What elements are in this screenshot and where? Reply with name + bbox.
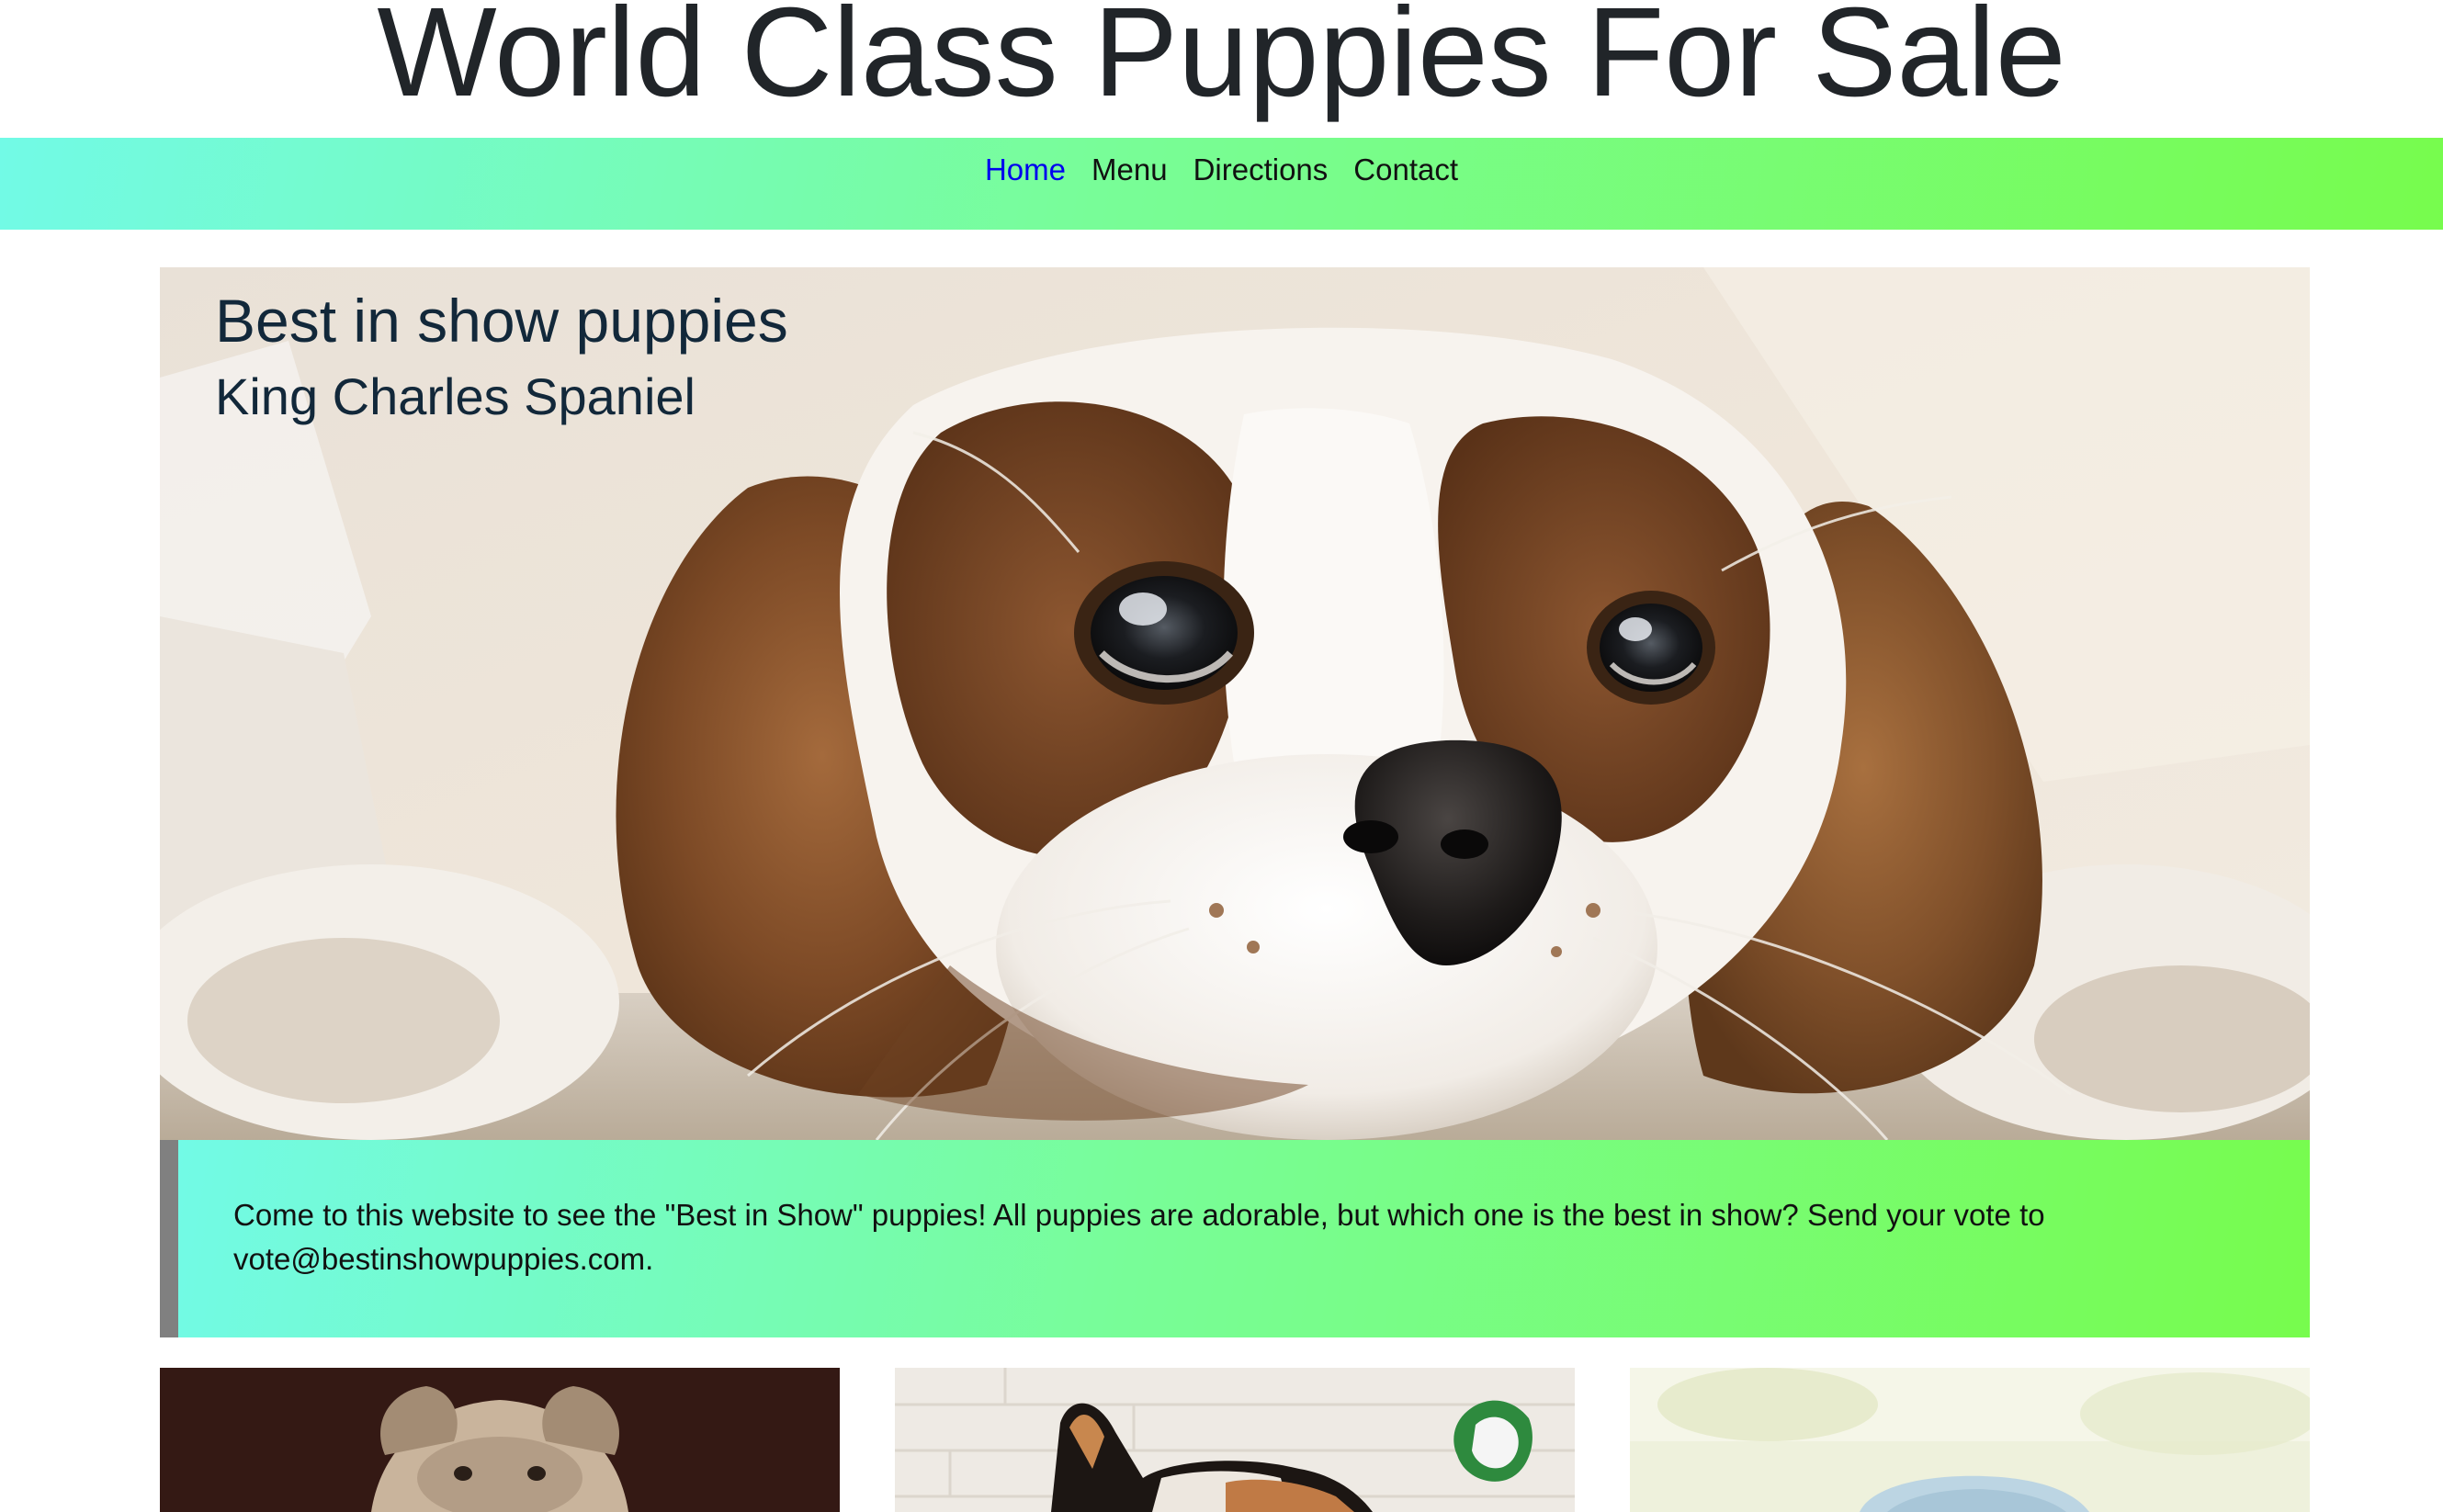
info-callout: Come to this website to see the "Best in… bbox=[160, 1140, 2310, 1337]
hero-title: Best in show puppies bbox=[215, 287, 788, 355]
corgi-puppy-photo bbox=[895, 1368, 1575, 1512]
hero-banner: Best in show puppies King Charles Spanie… bbox=[160, 267, 2310, 1140]
nav-link-menu[interactable]: Menu bbox=[1091, 152, 1168, 186]
pug-puppy-card[interactable] bbox=[160, 1368, 840, 1512]
hero-subtitle: King Charles Spaniel bbox=[215, 367, 696, 425]
nav-list: Home Menu Directions Contact bbox=[0, 151, 2443, 189]
pug-puppy-photo bbox=[160, 1368, 840, 1512]
nav-item-menu: Menu bbox=[1091, 151, 1168, 189]
nav-link-contact[interactable]: Contact bbox=[1353, 152, 1458, 186]
nav-item-contact: Contact bbox=[1353, 151, 1458, 189]
corgi-puppy-card[interactable] bbox=[895, 1368, 1575, 1512]
fluffy-puppy-photo bbox=[1630, 1368, 2310, 1512]
nav-link-directions[interactable]: Directions bbox=[1193, 152, 1329, 186]
info-text: Come to this website to see the "Best in… bbox=[233, 1198, 2045, 1276]
nav-item-home: Home bbox=[985, 151, 1066, 189]
nav-item-directions: Directions bbox=[1193, 151, 1329, 189]
fluffy-puppy-card[interactable] bbox=[1630, 1368, 2310, 1512]
nav-link-home[interactable]: Home bbox=[985, 152, 1066, 186]
site-title: World Class Puppies For Sale bbox=[377, 0, 2066, 123]
top-navbar: Home Menu Directions Contact bbox=[0, 138, 2443, 230]
